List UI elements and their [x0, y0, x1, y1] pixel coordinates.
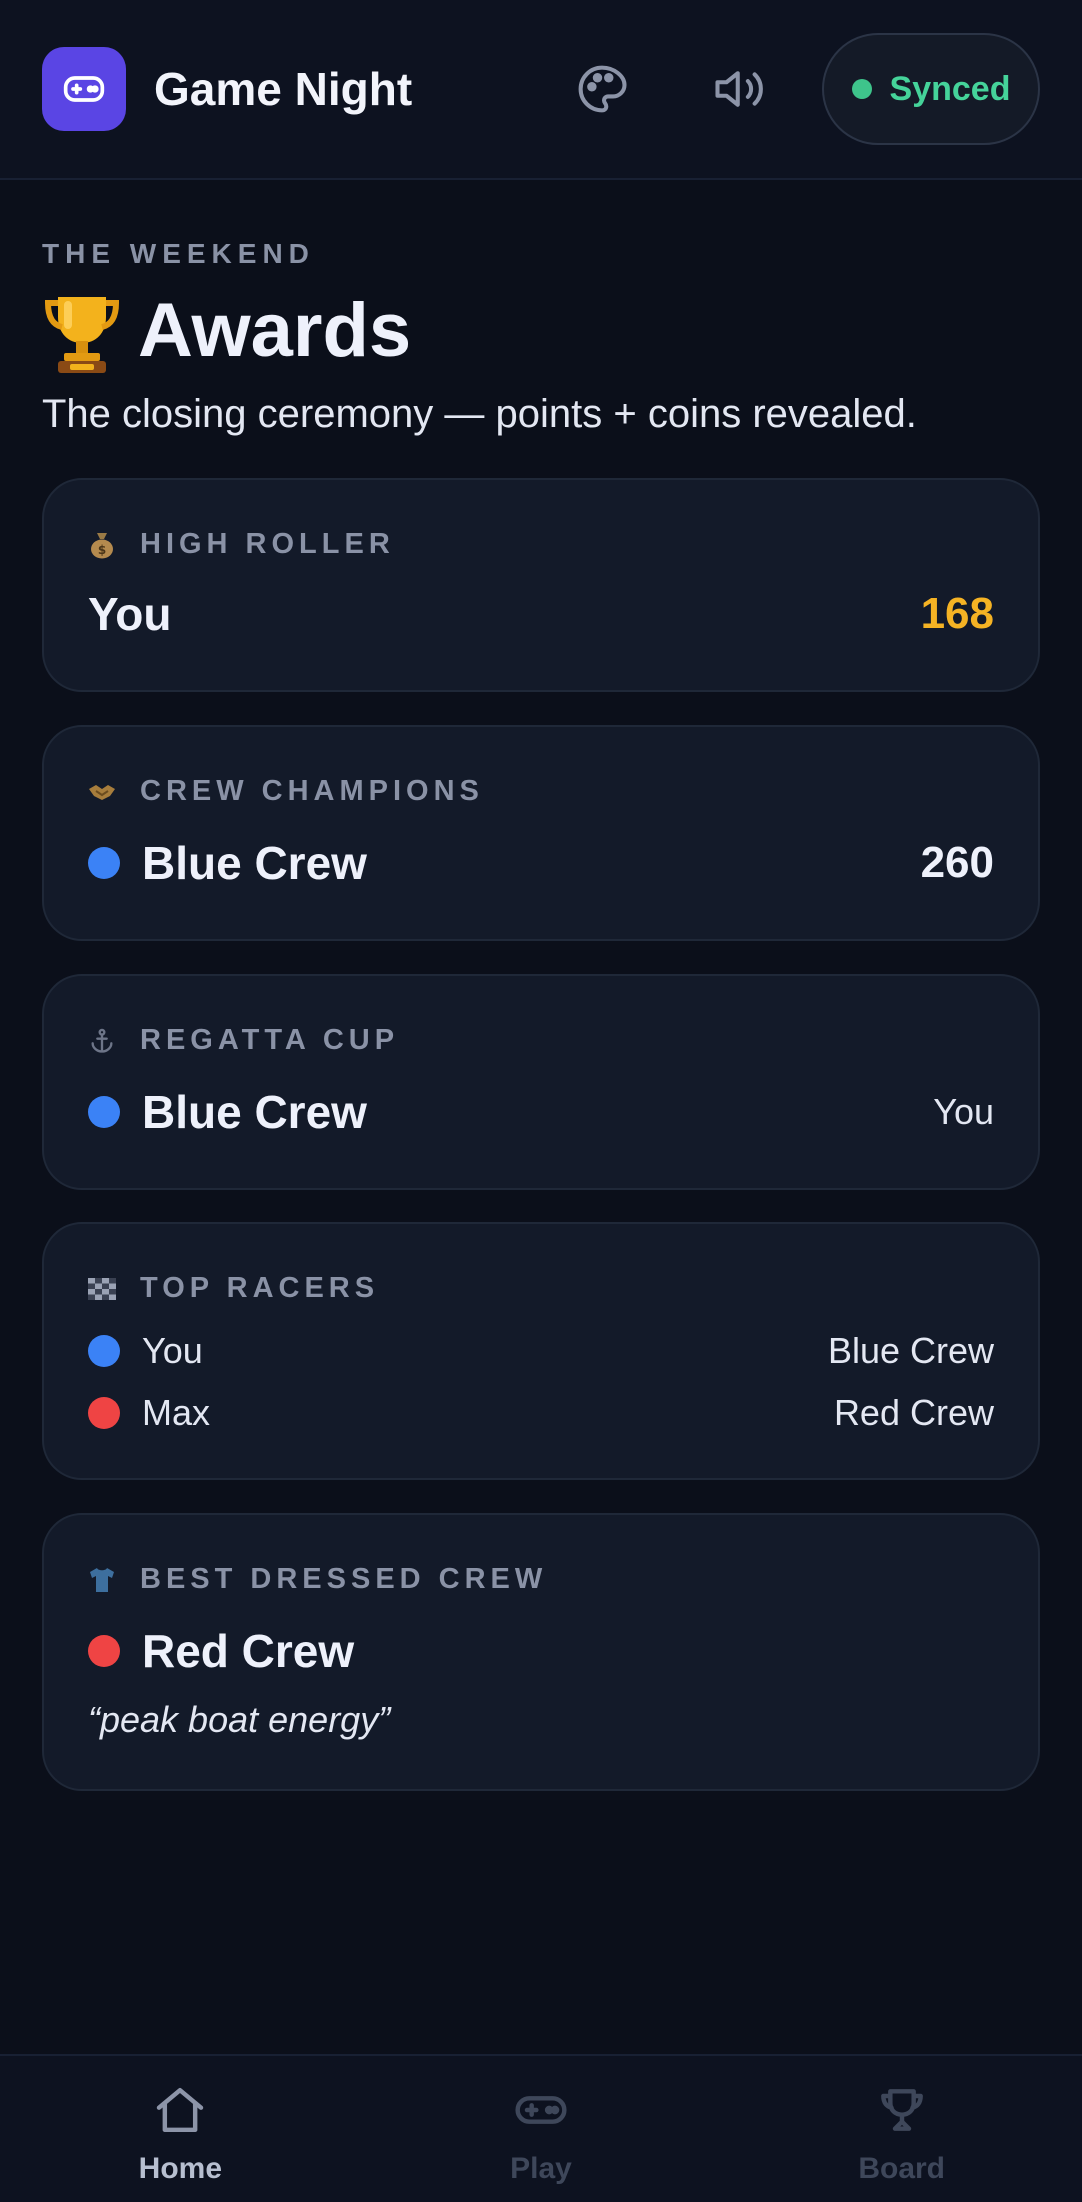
app-root: Game Night Synced THE WEEKEND Awards The… [0, 0, 1082, 2202]
sync-status-label: Synced [889, 69, 1011, 108]
trophy-icon [880, 2089, 923, 2131]
award-label: REGATTA CUP [140, 1024, 400, 1056]
page-title: Awards [42, 280, 411, 380]
award-quote: “peak boat energy” [88, 1699, 391, 1740]
award-card-regatta-cup: REGATTA CUP Blue Crew You [42, 974, 1040, 1190]
nav-board[interactable]: Board [721, 2056, 1082, 2202]
award-label: TOP RACERS [140, 1272, 380, 1304]
award-winner: Red Crew [142, 1625, 355, 1677]
shirt-icon [88, 1566, 116, 1594]
crew-color-dot [88, 1096, 120, 1128]
sound-button[interactable] [698, 47, 782, 131]
crew-color-dot [88, 1335, 120, 1367]
checkered-flag-icon [88, 1275, 116, 1303]
nav-home[interactable]: Home [0, 2056, 361, 2202]
app-title: Game Night [154, 63, 413, 115]
racer-crew: Red Crew [833, 1392, 994, 1433]
racer-row: You Blue Crew [88, 1326, 994, 1376]
theme-button[interactable] [560, 47, 644, 131]
gamepad-icon [515, 2096, 567, 2124]
award-card-top-racers: TOP RACERS You Blue Crew Max Red Crew [42, 1222, 1040, 1480]
bottom-nav: Home Play Board [0, 2054, 1082, 2202]
award-label: BEST DRESSED CREW [140, 1563, 548, 1595]
svg-text:$: $ [98, 543, 106, 557]
award-value: 260 [920, 838, 994, 887]
sync-status-pill[interactable]: Synced [822, 33, 1040, 145]
top-bar: Game Night Synced [0, 0, 1082, 180]
nav-label: Board [858, 2152, 946, 2185]
page-title-text: Awards [138, 287, 412, 373]
racer-name: Max [142, 1392, 211, 1433]
nav-label: Play [510, 2152, 572, 2185]
sync-indicator-dot [851, 79, 872, 99]
award-card-best-dressed: BEST DRESSED CREW Red Crew “peak boat en… [42, 1513, 1040, 1791]
award-value: You [933, 1091, 994, 1132]
handshake-icon [88, 778, 116, 806]
award-winner: Blue Crew [142, 837, 367, 889]
page-subtitle: The closing ceremony — points + coins re… [42, 392, 917, 436]
app-logo[interactable] [42, 47, 126, 131]
award-winner: Blue Crew [142, 1086, 367, 1138]
award-card-high-roller: $ HIGH ROLLER You 168 [42, 478, 1040, 692]
home-icon [157, 2087, 204, 2133]
nav-play[interactable]: Play [361, 2056, 722, 2202]
award-winner: You [88, 588, 172, 640]
section-eyebrow: THE WEEKEND [42, 238, 315, 269]
crew-color-dot [88, 847, 120, 879]
trophy-icon [44, 297, 120, 373]
award-card-crew-champions: CREW CHAMPIONS Blue Crew 260 [42, 725, 1040, 941]
money-bag-icon: $ [88, 531, 116, 559]
gamepad-icon [63, 76, 105, 102]
award-label: CREW CHAMPIONS [140, 775, 484, 807]
nav-label: Home [138, 2152, 223, 2185]
palette-icon [578, 65, 627, 113]
crew-color-dot [88, 1397, 120, 1429]
racer-crew: Blue Crew [827, 1330, 994, 1371]
racer-row: Max Red Crew [88, 1388, 994, 1438]
anchor-icon [88, 1027, 116, 1055]
award-value: 168 [920, 589, 994, 638]
volume-icon [715, 71, 763, 107]
crew-color-dot [88, 1635, 120, 1667]
racer-name: You [142, 1330, 203, 1371]
award-label: HIGH ROLLER [140, 528, 395, 560]
